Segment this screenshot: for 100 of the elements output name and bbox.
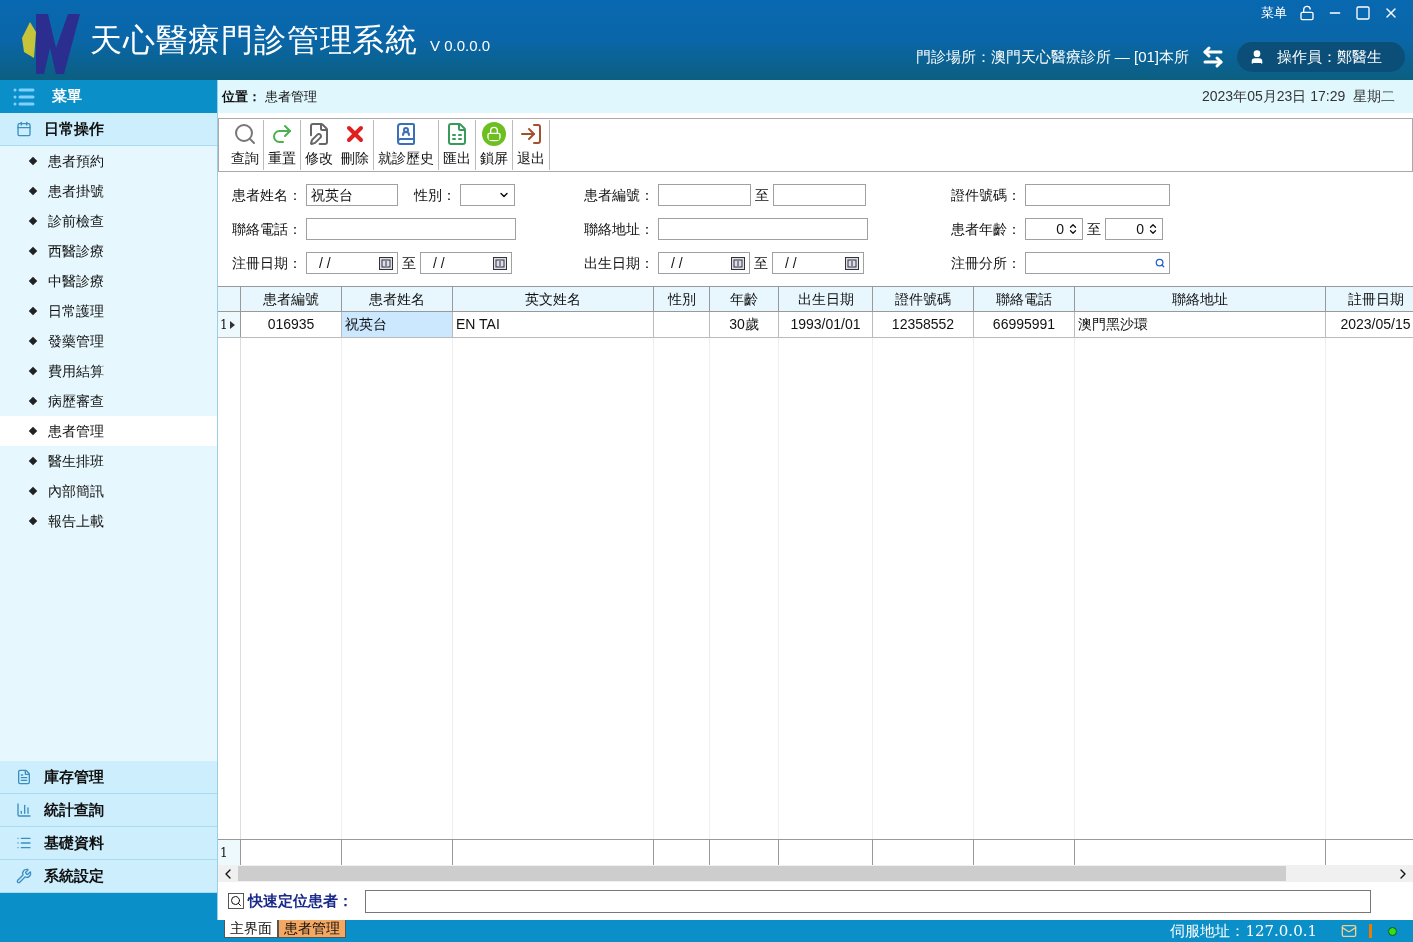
window-tab[interactable]: 患者管理 xyxy=(278,920,346,938)
sidebar-item[interactable]: 患者預約 xyxy=(0,146,217,176)
window-tab[interactable]: 主界面 xyxy=(224,920,278,938)
sidebar-section[interactable]: 系統設定 xyxy=(0,860,217,893)
sidebar-title: 菜單 xyxy=(52,86,82,107)
column-header[interactable]: 聯絡地址 xyxy=(1075,287,1326,311)
date-field[interactable]: / / xyxy=(658,252,750,274)
table-cell: EN TAI xyxy=(453,312,654,337)
sidebar-item[interactable]: 診前檢查 xyxy=(0,206,217,236)
table-cell: 30歲 xyxy=(710,312,779,337)
sidebar-item[interactable]: 中醫診療 xyxy=(0,266,217,296)
text-field[interactable]: 祝英台 xyxy=(306,184,398,206)
lookup-field[interactable] xyxy=(1025,252,1170,274)
section-icon xyxy=(16,868,32,884)
sidebar-item[interactable]: 報告上載 xyxy=(0,506,217,536)
date-field[interactable]: / / xyxy=(420,252,512,274)
sidebar-item[interactable]: 醫生排班 xyxy=(0,446,217,476)
unlock-icon[interactable] xyxy=(1299,4,1315,21)
date-field[interactable]: / / xyxy=(306,252,398,274)
text-field[interactable] xyxy=(658,218,868,240)
table-cell: 66995991 xyxy=(974,312,1075,337)
field-label: 聯絡地址： xyxy=(584,219,654,239)
app-title: 天心醫療門診管理系統 xyxy=(90,21,418,60)
column-header[interactable]: 證件號碼 xyxy=(873,287,974,311)
text-field[interactable] xyxy=(658,184,751,206)
range-separator: 至 xyxy=(1087,219,1101,239)
column-header[interactable]: 年齡 xyxy=(710,287,779,311)
toolbar-button[interactable]: 查詢 xyxy=(231,122,259,168)
sidebar-item[interactable]: 費用結算 xyxy=(0,356,217,386)
section-icon xyxy=(16,121,32,137)
toolbar-button[interactable]: 刪除 xyxy=(341,122,369,168)
column-header[interactable]: 患者姓名 xyxy=(342,287,453,311)
column-header[interactable]: 患者編號 xyxy=(241,287,342,311)
section-icon xyxy=(16,802,32,818)
number-spinner[interactable]: 0 xyxy=(1105,218,1163,240)
field-label: 患者編號： xyxy=(584,185,654,205)
date-field[interactable]: / / xyxy=(772,252,864,274)
scrollbar-thumb[interactable] xyxy=(238,866,1286,881)
horizontal-scrollbar[interactable] xyxy=(218,865,1413,882)
range-separator: 至 xyxy=(755,185,769,205)
table-cell: 2023/05/15 xyxy=(1326,312,1413,337)
sidebar-section[interactable]: 統計查詢 xyxy=(0,794,217,827)
date-time: 2023年05月23日 17:29 星期二 xyxy=(1202,87,1395,106)
toolbar-button[interactable]: 匯出 xyxy=(443,122,471,168)
edit-document-icon xyxy=(307,122,331,147)
quick-locate-label: 快速定位患者： xyxy=(248,890,353,911)
sidebar-item[interactable]: 日常護理 xyxy=(0,296,217,326)
sidebar-section[interactable]: 日常操作 xyxy=(0,113,217,146)
sidebar-item[interactable]: 西醫診療 xyxy=(0,236,217,266)
sidebar-item[interactable]: 患者掛號 xyxy=(0,176,217,206)
envelope-icon xyxy=(1341,923,1357,939)
sidebar-item[interactable]: 發藥管理 xyxy=(0,326,217,356)
field-label: 注冊日期： xyxy=(232,253,302,273)
field-label: 患者年齡： xyxy=(951,219,1021,239)
search-icon xyxy=(1155,258,1165,268)
operator-badge[interactable]: 操作員：鄭醫生 xyxy=(1237,42,1405,72)
text-field[interactable] xyxy=(306,218,516,240)
column-header[interactable]: 註冊日期 xyxy=(1326,287,1413,311)
select-field[interactable] xyxy=(460,184,515,206)
range-separator: 至 xyxy=(754,253,768,273)
number-spinner[interactable]: 0 xyxy=(1025,218,1083,240)
column-header[interactable]: 英文姓名 xyxy=(453,287,654,311)
column-header[interactable]: 聯絡電話 xyxy=(974,287,1075,311)
swap-arrows-icon[interactable] xyxy=(1201,45,1225,69)
user-icon xyxy=(1249,49,1265,65)
sidebar-item[interactable]: 病歷審查 xyxy=(0,386,217,416)
field-label: 聯絡電話： xyxy=(232,219,302,239)
spinner-arrows-icon xyxy=(1148,221,1158,237)
toolbar-button[interactable]: 重置 xyxy=(268,122,296,168)
quick-locate-field[interactable] xyxy=(365,889,1371,913)
table-cell: 祝英台 xyxy=(342,312,453,337)
field-label: 證件號碼： xyxy=(951,185,1021,205)
sidebar-section[interactable]: 庫存管理 xyxy=(0,761,217,794)
sidebar-section[interactable]: 基礎資料 xyxy=(0,827,217,860)
spinner-arrows-icon xyxy=(1068,221,1078,237)
field-label: 注冊分所： xyxy=(951,253,1021,273)
section-icon xyxy=(16,769,32,785)
spreadsheet-icon xyxy=(445,122,469,147)
signal-bar-icon xyxy=(1369,924,1372,938)
current-row-icon xyxy=(229,320,235,329)
column-header[interactable]: 性別 xyxy=(654,287,710,311)
clinic-location: 門診場所：澳門天心醫療診所 — [01]本所 xyxy=(915,46,1189,67)
server-address: 伺服地址：127.0.0.1 xyxy=(1170,920,1317,942)
text-field[interactable] xyxy=(1025,184,1170,206)
toolbar-button[interactable]: 修改 xyxy=(305,122,333,168)
text-field[interactable] xyxy=(773,184,866,206)
maximize-icon[interactable] xyxy=(1355,4,1371,21)
column-header[interactable]: 出生日期 xyxy=(779,287,873,311)
menu-link[interactable]: 菜单 xyxy=(1261,3,1287,23)
toolbar-button[interactable]: 就診歷史 xyxy=(378,122,434,168)
search-icon xyxy=(228,893,244,909)
sidebar-item[interactable]: 內部簡訊 xyxy=(0,476,217,506)
toolbar-button[interactable]: 鎖屏 xyxy=(480,122,508,168)
toolbar-button[interactable]: 退出 xyxy=(517,122,545,168)
version-label: V 0.0.0.0 xyxy=(430,35,491,56)
field-label: 出生日期： xyxy=(584,253,654,273)
search-icon xyxy=(233,122,257,147)
table-cell: 1993/01/01 xyxy=(779,312,873,337)
sidebar-item[interactable]: 患者管理 xyxy=(0,416,217,446)
row-header[interactable]: 1 xyxy=(218,312,241,337)
